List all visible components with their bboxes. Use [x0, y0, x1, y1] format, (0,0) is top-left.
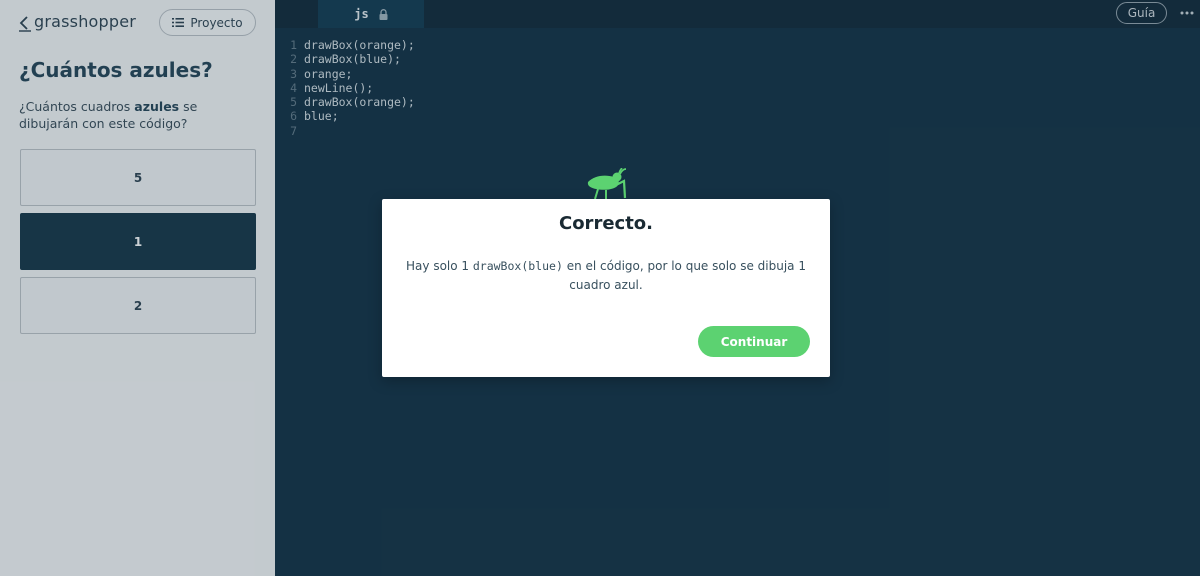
grasshopper-icon	[587, 168, 627, 200]
message-text-start: Hay solo 1	[406, 259, 473, 273]
modal-message: Hay solo 1 drawBox(blue) en el código, p…	[398, 257, 814, 295]
modal-title: Correcto.	[558, 213, 654, 234]
message-text-end: en el código, por lo que solo se dibuja …	[562, 259, 806, 292]
feedback-modal: Correcto. Hay solo 1 drawBox(blue) en el…	[382, 199, 830, 377]
continue-button[interactable]: Continuar	[698, 326, 810, 357]
inline-code: drawBox(blue)	[472, 259, 563, 273]
